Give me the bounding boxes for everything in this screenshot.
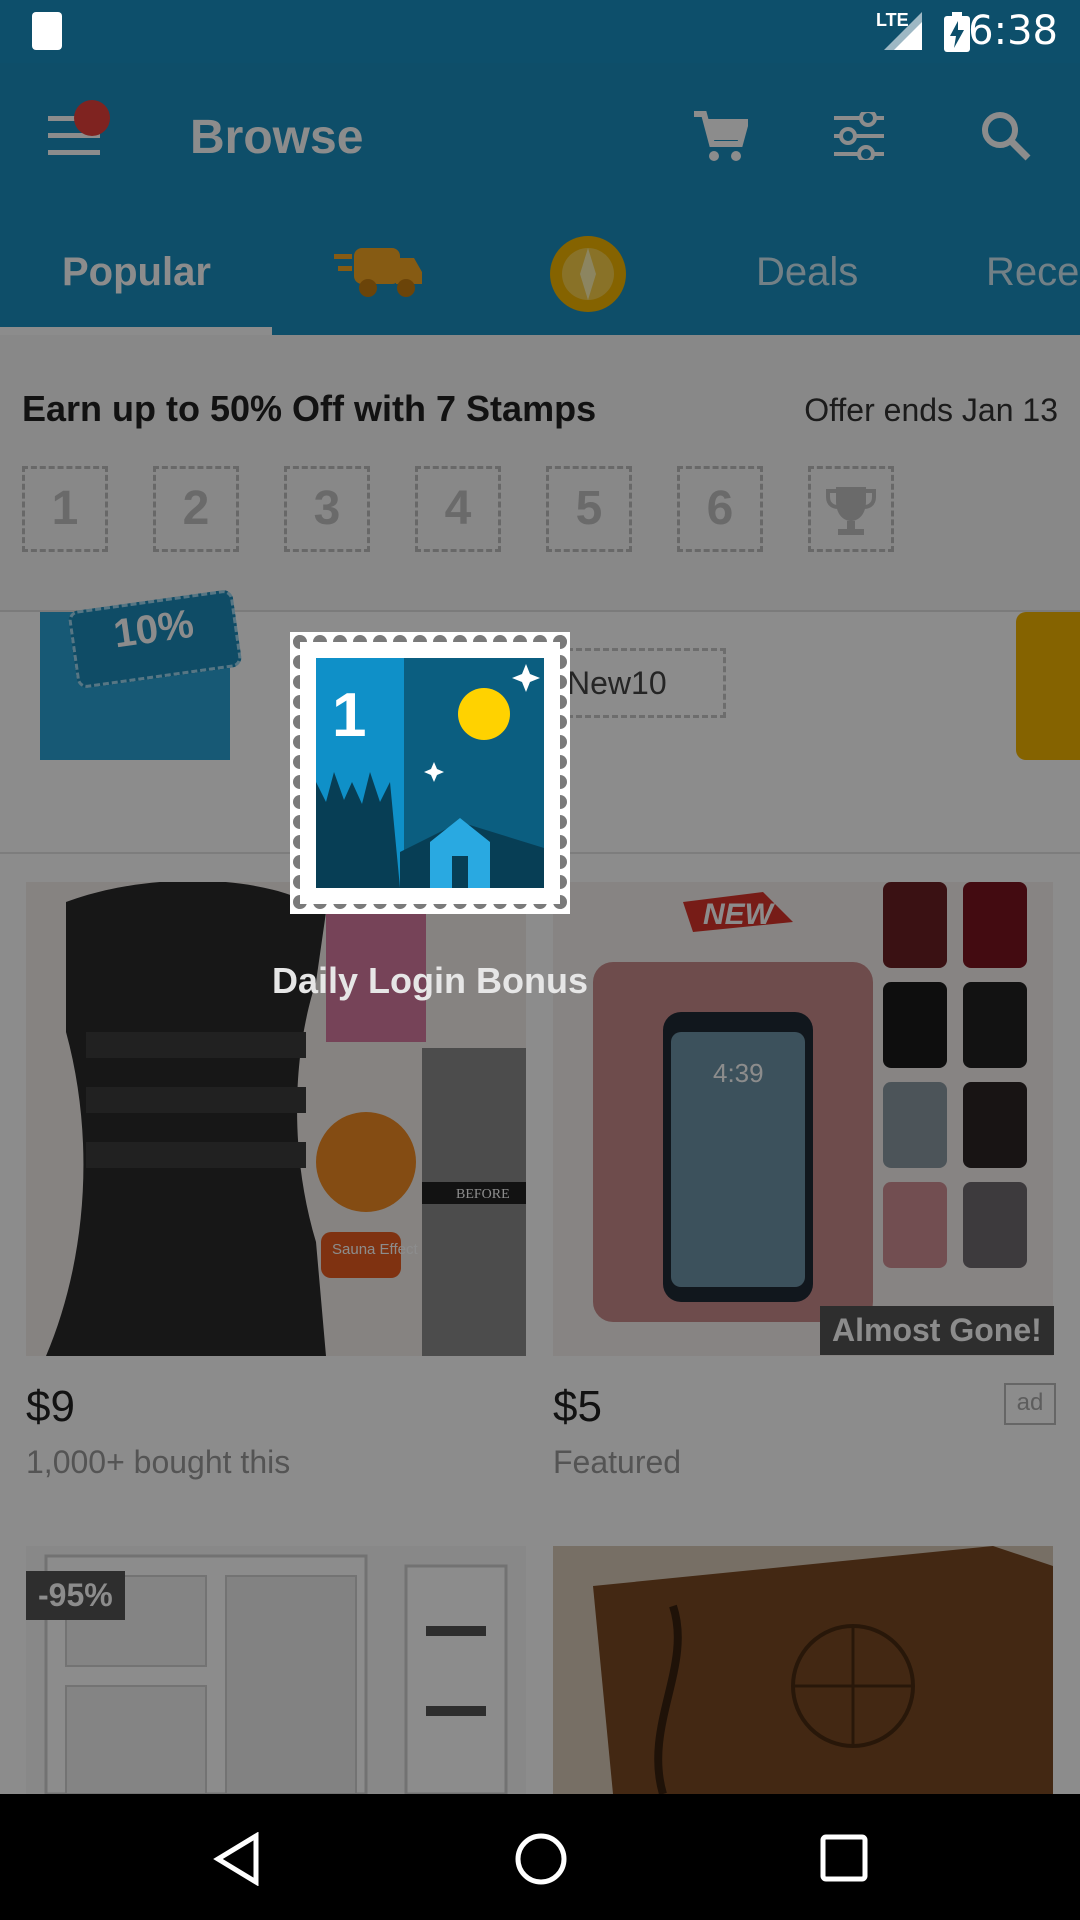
daily-login-bonus-text: Daily Login Bonus [272,960,589,1001]
clock: 6:38 [968,8,1058,54]
status-bar: LTE 6:38 [0,0,1080,63]
modal-overlay[interactable] [0,63,1080,1794]
home-icon[interactable] [514,1832,568,1886]
stamp-number: 1 [332,681,366,750]
back-icon[interactable] [212,1832,260,1886]
signal-icon [884,12,922,50]
sd-card-icon [32,12,62,50]
daily-stamp-icon: 1 [290,632,570,914]
battery-charging-icon [944,12,970,52]
recents-icon[interactable] [820,1834,868,1882]
